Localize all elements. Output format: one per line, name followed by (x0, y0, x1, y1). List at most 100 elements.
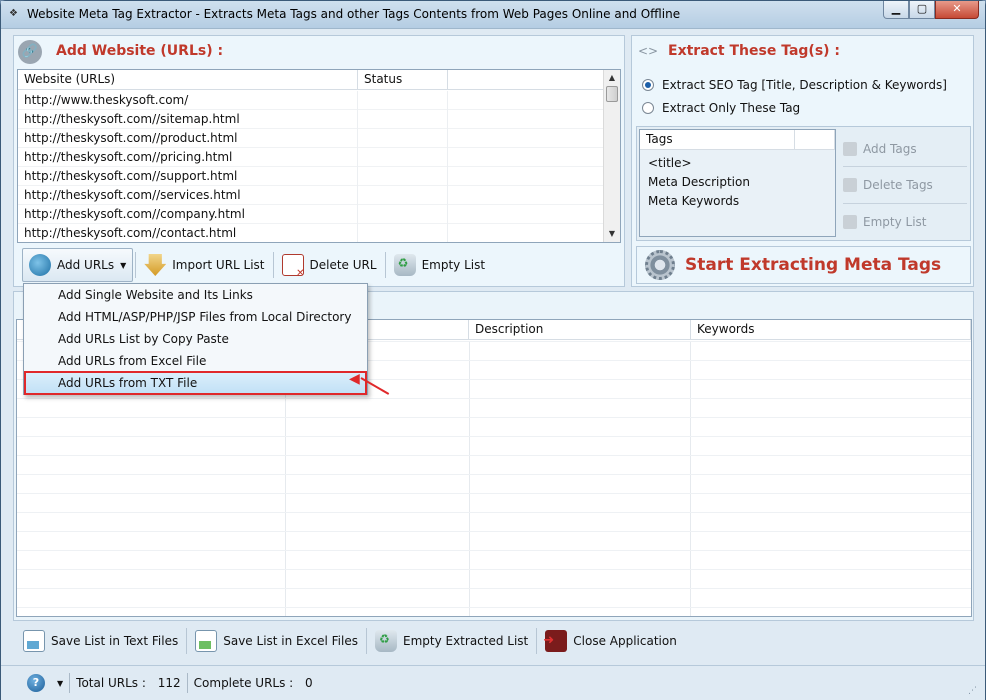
toolbar-divider (186, 628, 188, 654)
column-description[interactable]: Description (469, 320, 691, 340)
url-cell: http://theskysoft.com//product.html (18, 129, 358, 148)
url-cell: http://theskysoft.com//support.html (18, 167, 358, 186)
gear-icon (645, 250, 675, 280)
empty-list-label: Empty List (421, 258, 486, 272)
menu-item-copy-paste[interactable]: Add URLs List by Copy Paste (58, 328, 229, 350)
status-cell (358, 91, 448, 110)
add-website-header: 🔗 Add Website (URLs) : (14, 36, 624, 68)
add-website-panel: 🔗 Add Website (URLs) : Website (URLs) St… (13, 35, 625, 287)
extract-seo-tag-label: Extract SEO Tag [Title, Description & Ke… (662, 78, 947, 92)
column-keywords[interactable]: Keywords (691, 320, 971, 340)
delete-tags-button[interactable]: Delete Tags (843, 167, 967, 204)
close-application-label: Close Application (573, 634, 677, 648)
exit-icon (543, 630, 568, 652)
globe-icon (29, 254, 51, 276)
column-extra (448, 70, 605, 90)
table-row[interactable]: http://theskysoft.com//support.html (18, 167, 605, 186)
maximize-button[interactable]: ▢ (909, 1, 935, 19)
start-extracting-button[interactable]: Start Extracting Meta Tags (636, 246, 971, 284)
resize-grip-icon[interactable]: ⋰ (968, 686, 977, 696)
delete-list-icon (281, 254, 305, 279)
toolbar-divider (272, 252, 274, 278)
menu-item-txt-file[interactable]: Add URLs from TXT File (58, 372, 197, 394)
scroll-thumb[interactable] (606, 86, 618, 102)
url-toolbar: Add URLs ▼ Import URL List Delete URL Em… (22, 248, 491, 282)
add-website-title: Add Website (URLs) : (56, 43, 224, 59)
extract-seo-tag-radio[interactable]: Extract SEO Tag [Title, Description & Ke… (642, 78, 947, 92)
chevron-down-icon: ▼ (57, 678, 64, 688)
status-cell (358, 224, 448, 242)
minimize-button[interactable]: ▁ (883, 1, 909, 19)
tags-rows: <title> Meta Description Meta Keywords (640, 154, 750, 211)
tag-item[interactable]: Meta Description (640, 173, 750, 192)
status-cell (358, 129, 448, 148)
code-icon: <> (638, 44, 659, 58)
add-urls-button[interactable]: Add URLs ▼ (22, 248, 134, 282)
import-url-list-label: Import URL List (172, 258, 265, 272)
scroll-up-icon[interactable]: ▲ (604, 70, 620, 86)
chevron-down-icon: ▼ (120, 260, 127, 270)
table-row[interactable]: http://theskysoft.com//company.html (18, 205, 605, 224)
empty-list-button[interactable]: Empty List (388, 249, 492, 281)
add-urls-label: Add URLs (57, 258, 115, 272)
menu-item-add-local-files[interactable]: Add HTML/ASP/PHP/JSP Files from Local Di… (58, 306, 351, 328)
window-title: Website Meta Tag Extractor - Extracts Me… (27, 7, 681, 21)
tag-item[interactable]: <title> (640, 154, 750, 173)
column-status[interactable]: Status (358, 70, 448, 90)
help-icon: ? (27, 674, 45, 692)
save-text-label: Save List in Text Files (51, 634, 179, 648)
column-website-urls[interactable]: Website (URLs) (18, 70, 358, 90)
delete-tag-icon (843, 178, 857, 192)
empty-extracted-list-button[interactable]: Empty Extracted List (369, 625, 534, 657)
annotation-arrow-head: ◀ (349, 371, 360, 387)
toolbar-divider (135, 252, 137, 278)
tags-group: Tags <title> Meta Description Meta Keywo… (636, 126, 971, 241)
status-cell (358, 205, 448, 224)
status-cell (358, 186, 448, 205)
save-excel-icon (195, 630, 218, 652)
save-excel-files-button[interactable]: Save List in Excel Files (189, 625, 364, 657)
table-row[interactable]: http://theskysoft.com//sitemap.html (18, 110, 605, 129)
table-row[interactable]: http://theskysoft.com//services.html (18, 186, 605, 205)
close-button[interactable]: ✕ (935, 1, 979, 19)
status-bar: ? ▼ Total URLs : 112 Complete URLs : 0 ⋰ (1, 665, 985, 700)
tags-list[interactable]: Tags <title> Meta Description Meta Keywo… (639, 129, 836, 237)
help-dropdown[interactable]: ? ▼ (1, 674, 69, 692)
table-row[interactable]: http://www.theskysoft.com/ (18, 91, 605, 110)
toolbar-divider (384, 252, 386, 278)
import-url-list-button[interactable]: Import URL List (138, 249, 270, 281)
url-list-header: Website (URLs) Status (18, 70, 605, 90)
complete-urls-value: 0 (305, 676, 313, 690)
import-icon (144, 254, 167, 276)
column-tags[interactable]: Tags (640, 130, 795, 150)
delete-tags-label: Delete Tags (863, 178, 933, 192)
close-application-button[interactable]: Close Application (539, 625, 683, 657)
tag-item[interactable]: Meta Keywords (640, 192, 750, 211)
table-row[interactable]: http://theskysoft.com//pricing.html (18, 148, 605, 167)
link-icon: 🔗 (18, 40, 42, 64)
recycle-bin-icon (374, 630, 397, 652)
table-row[interactable]: http://theskysoft.com//product.html (18, 129, 605, 148)
menu-item-excel-file[interactable]: Add URLs from Excel File (58, 350, 206, 372)
total-urls-value: 112 (157, 676, 181, 690)
url-list[interactable]: Website (URLs) Status http://www.theskys… (17, 69, 621, 243)
save-text-files-button[interactable]: Save List in Text Files (17, 625, 184, 657)
scroll-down-icon[interactable]: ▼ (604, 226, 620, 242)
table-row[interactable]: http://theskysoft.com//contact.html (18, 224, 605, 242)
menu-item-add-single-website[interactable]: Add Single Website and Its Links (58, 284, 253, 306)
add-tags-button[interactable]: Add Tags (843, 131, 967, 167)
extract-tags-title: Extract These Tag(s) : (668, 43, 841, 59)
title-bar: ❖ Website Meta Tag Extractor - Extracts … (1, 1, 985, 29)
delete-url-button[interactable]: Delete URL (276, 249, 383, 281)
status-cell (358, 167, 448, 186)
url-list-scrollbar[interactable]: ▲ ▼ (603, 70, 620, 242)
empty-tags-label: Empty List (863, 215, 927, 229)
toolbar-divider (536, 628, 538, 654)
save-text-icon (23, 630, 45, 652)
bottom-toolbar: Save List in Text Files Save List in Exc… (17, 623, 683, 659)
extract-only-these-radio[interactable]: Extract Only These Tag (642, 101, 800, 115)
total-urls-label: Total URLs : (76, 676, 146, 690)
empty-tags-button[interactable]: Empty List (843, 204, 967, 240)
url-cell: http://theskysoft.com//company.html (18, 205, 358, 224)
status-cell (358, 148, 448, 167)
